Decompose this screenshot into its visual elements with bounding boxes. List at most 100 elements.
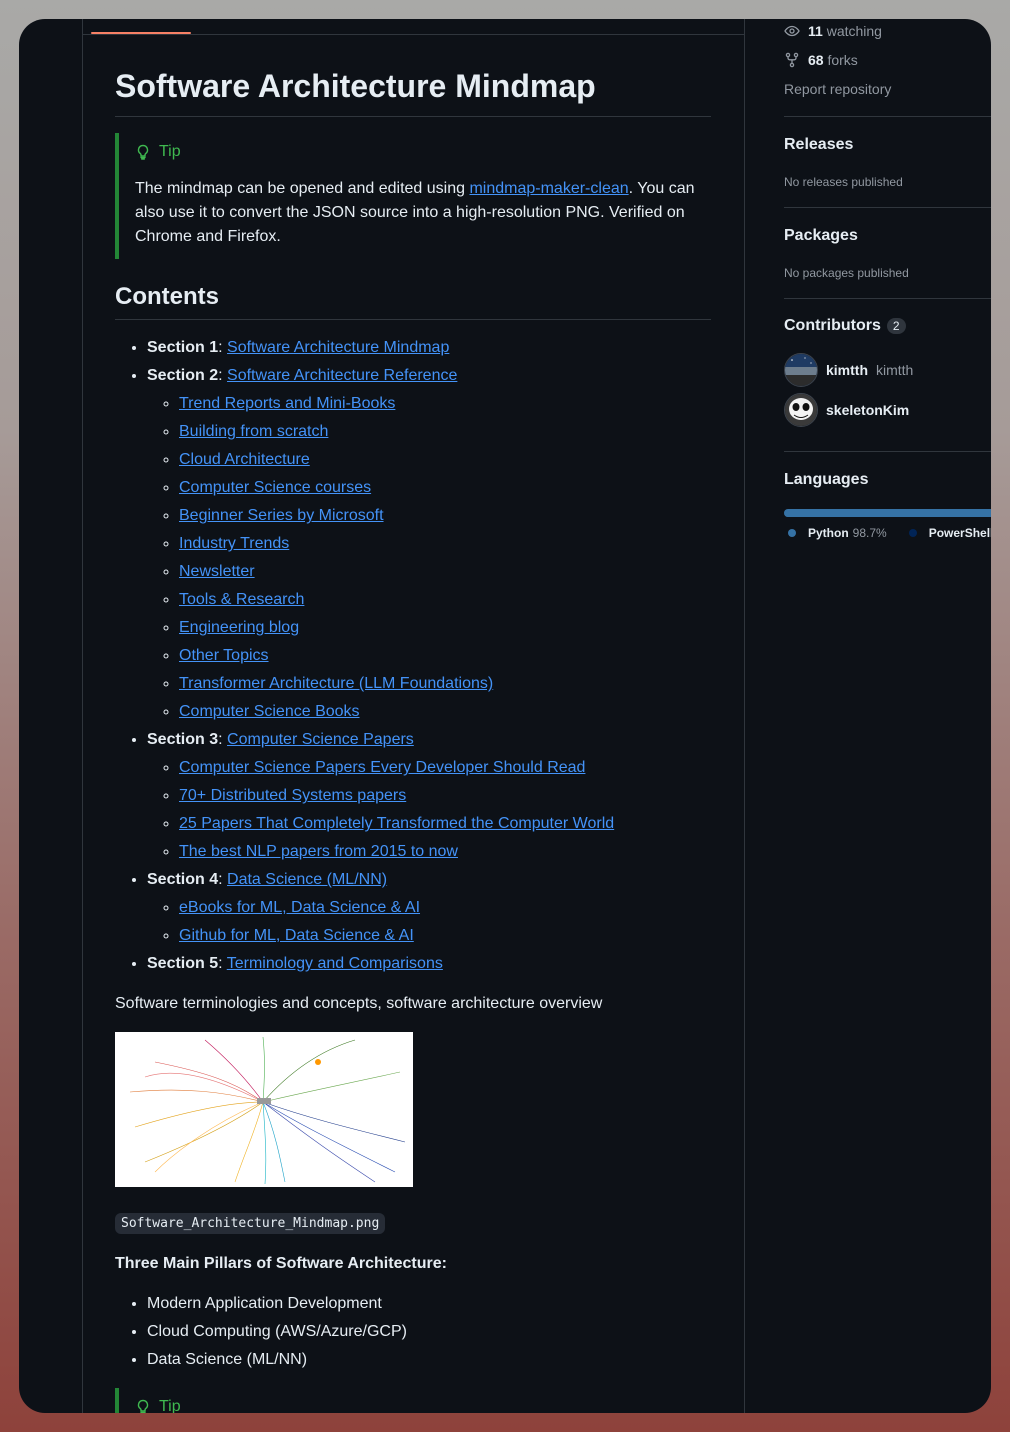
lightbulb-icon bbox=[137, 144, 149, 160]
divider bbox=[784, 298, 991, 299]
packages-title[interactable]: Packages bbox=[784, 227, 858, 245]
toc-subitem: Computer Science courses bbox=[179, 476, 711, 500]
avatar bbox=[784, 353, 818, 387]
toc-subitem: Github for ML, Data Science & AI bbox=[179, 924, 711, 948]
toc-section-item: Section 5: Terminology and Comparisons bbox=[147, 952, 711, 976]
app-window: Software Architecture Mindmap Tip The mi… bbox=[19, 19, 991, 1413]
report-repository-link[interactable]: Report repository bbox=[784, 81, 891, 97]
contributors-heading: Contributors 2 bbox=[784, 317, 906, 335]
contributor-name: kimtth bbox=[826, 362, 868, 378]
toc-subitem-link[interactable]: Transformer Architecture (LLM Foundation… bbox=[179, 675, 493, 692]
toc-subitem: The best NLP papers from 2015 to now bbox=[179, 840, 711, 864]
toc-section-item: Section 4: Data Science (ML/NN) eBooks fo… bbox=[147, 868, 711, 948]
toc-subitem-link[interactable]: Trend Reports and Mini-Books bbox=[179, 395, 395, 412]
section-separator: : bbox=[218, 955, 227, 973]
watching-count: 11 bbox=[808, 23, 823, 39]
tip-text: The mindmap can be opened and edited usi… bbox=[135, 177, 711, 249]
watching-label: watching bbox=[826, 23, 882, 39]
section-label: Section 1 bbox=[147, 339, 219, 357]
image-caption: Software_Architecture_Mindmap.png bbox=[115, 1213, 386, 1235]
table-of-contents: Section 1: Software Architecture Mindmap… bbox=[115, 336, 711, 976]
section-label: Section 3 bbox=[147, 731, 219, 749]
contributors-title[interactable]: Contributors bbox=[784, 317, 881, 334]
contents-heading: Contents bbox=[115, 283, 711, 321]
fork-icon bbox=[785, 52, 799, 68]
toc-subitem-link[interactable]: Industry Trends bbox=[179, 535, 289, 552]
contributor-item[interactable]: kimtth kimtth bbox=[784, 353, 913, 387]
toc-subitem: Newsletter bbox=[179, 560, 711, 584]
section-separator: : bbox=[218, 871, 228, 889]
toc-subitem-link[interactable]: Cloud Architecture bbox=[179, 451, 310, 468]
section-link[interactable]: Software Architecture Reference bbox=[227, 367, 457, 384]
language-item[interactable]: Python 98.7% bbox=[788, 526, 887, 540]
section-link[interactable]: Computer Science Papers bbox=[227, 731, 414, 748]
language-name: Python bbox=[808, 526, 849, 540]
tip-label: Tip bbox=[159, 143, 181, 161]
section-label: Section 4 bbox=[147, 871, 219, 889]
releases-empty-text: No releases published bbox=[784, 175, 903, 189]
toc-subitem-link[interactable]: Building from scratch bbox=[179, 423, 328, 440]
toc-subitem: Industry Trends bbox=[179, 532, 711, 556]
mindmap-image[interactable] bbox=[115, 1032, 413, 1188]
pillars-list: Modern Application Development Cloud Comp… bbox=[115, 1292, 711, 1372]
mindmap-maker-link[interactable]: mindmap-maker-clean bbox=[469, 180, 628, 197]
section-separator: : bbox=[218, 731, 228, 749]
toc-sublist: Trend Reports and Mini-Books Building fro… bbox=[147, 392, 711, 724]
language-item[interactable]: PowerShell bbox=[908, 526, 991, 540]
toc-section-item: Section 3: Computer Science Papers Comput… bbox=[147, 728, 711, 864]
toc-subitem-link[interactable]: Other Topics bbox=[179, 647, 269, 664]
languages-title: Languages bbox=[784, 471, 869, 488]
toc-subitem: Engineering blog bbox=[179, 616, 711, 640]
toc-subitem: Other Topics bbox=[179, 644, 711, 668]
toc-sublist: Computer Science Papers Every Developer … bbox=[147, 756, 711, 864]
toc-subitem-link[interactable]: Newsletter bbox=[179, 563, 255, 580]
section-separator: : bbox=[218, 339, 228, 357]
language-color-dot bbox=[788, 529, 796, 537]
toc-subitem: Building from scratch bbox=[179, 420, 711, 444]
pillar-item: Cloud Computing (AWS/Azure/GCP) bbox=[147, 1320, 711, 1344]
toc-subitem: Transformer Architecture (LLM Foundation… bbox=[179, 672, 711, 696]
toc-subitem-link[interactable]: Beginner Series by Microsoft bbox=[179, 507, 384, 524]
toc-subitem: Beginner Series by Microsoft bbox=[179, 504, 711, 528]
divider bbox=[784, 116, 991, 117]
tip-header: Tip bbox=[135, 143, 711, 161]
language-color-dot bbox=[908, 529, 917, 537]
contributor-login: kimtth bbox=[876, 362, 914, 378]
divider bbox=[784, 451, 991, 452]
toc-subitem-link[interactable]: Computer Science Books bbox=[179, 703, 360, 720]
page-title: Software Architecture Mindmap bbox=[115, 68, 711, 118]
section-label: Section 2 bbox=[147, 367, 219, 385]
toc-subitem-link[interactable]: 70+ Distributed Systems papers bbox=[179, 787, 406, 804]
contributor-name: skeletonKim bbox=[826, 402, 910, 418]
forks-stat[interactable]: 68 forks bbox=[784, 52, 858, 68]
avatar bbox=[784, 393, 818, 427]
releases-title[interactable]: Releases bbox=[784, 136, 853, 154]
toc-subitem-link[interactable]: Computer Science courses bbox=[179, 479, 371, 496]
toc-subitem: Computer Science Books bbox=[179, 700, 711, 724]
toc-subitem-link[interactable]: Tools & Research bbox=[179, 591, 304, 608]
languages-list: Python 98.7% PowerShell bbox=[788, 526, 991, 540]
section-separator: : bbox=[218, 367, 228, 385]
toc-subitem-link[interactable]: 25 Papers That Completely Transformed th… bbox=[179, 815, 614, 832]
toc-subitem-link[interactable]: Engineering blog bbox=[179, 619, 299, 636]
section-link[interactable]: Data Science (ML/NN) bbox=[227, 871, 387, 888]
toc-subitem-link[interactable]: Computer Science Papers Every Developer … bbox=[179, 759, 585, 776]
tip-callout-2: Tip bbox=[115, 1388, 711, 1413]
watching-stat[interactable]: 11 watching bbox=[784, 23, 882, 39]
toc-subitem: Tools & Research bbox=[179, 588, 711, 612]
tip-text-before: The mindmap can be opened and edited usi… bbox=[135, 180, 470, 198]
toc-subitem: Cloud Architecture bbox=[179, 448, 711, 472]
pillars-title: Three Main Pillars of Software Architect… bbox=[115, 1255, 447, 1273]
tip-callout: Tip The mindmap can be opened and edited… bbox=[115, 133, 711, 260]
toc-subitem-link[interactable]: The best NLP papers from 2015 to now bbox=[179, 843, 458, 860]
toc-subitem-link[interactable]: Github for ML, Data Science & AI bbox=[179, 927, 414, 944]
section-link[interactable]: Software Architecture Mindmap bbox=[227, 339, 449, 356]
pillar-item: Modern Application Development bbox=[147, 1292, 711, 1316]
section-link[interactable]: Terminology and Comparisons bbox=[227, 955, 443, 972]
toc-subitem: Computer Science Papers Every Developer … bbox=[179, 756, 711, 780]
contributor-item[interactable]: skeletonKim bbox=[784, 393, 909, 427]
eye-icon bbox=[784, 25, 800, 37]
language-bar-segment bbox=[784, 514, 991, 517]
repo-sidebar: 11 watching 68 forks Report repository R… bbox=[784, 19, 991, 1413]
toc-subitem-link[interactable]: eBooks for ML, Data Science & AI bbox=[179, 899, 420, 916]
